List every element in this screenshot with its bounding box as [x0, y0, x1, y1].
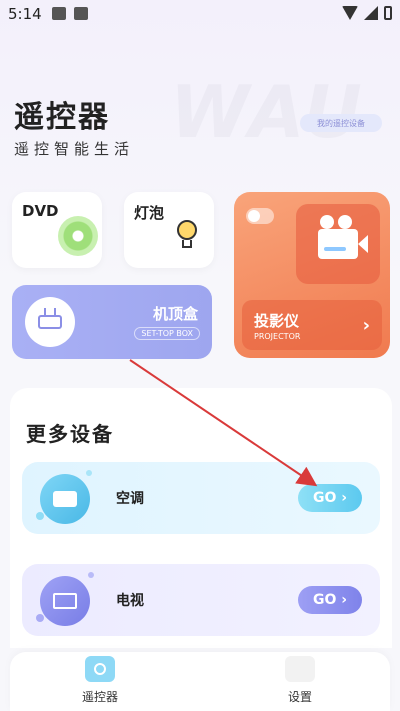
wifi-icon	[342, 6, 358, 20]
status-icons	[342, 6, 392, 20]
device-card-set-top-box[interactable]: 机顶盒 SET-TOP BOX	[12, 285, 212, 359]
go-button[interactable]: GO ›	[298, 484, 362, 512]
bulb-label: 灯泡	[134, 204, 165, 222]
power-icon	[85, 656, 115, 682]
lightbulb-icon	[174, 220, 200, 250]
dvd-label: DVD	[22, 202, 59, 220]
stb-sublabel: SET-TOP BOX	[134, 327, 200, 340]
device-row-air-conditioner[interactable]: 空调 GO ›	[22, 462, 380, 534]
tv-icon	[40, 576, 90, 626]
more-devices-panel: 更多设备 空调 GO › 电视 GO ›	[10, 388, 392, 648]
page-subtitle: 遥控智能生活	[14, 140, 135, 158]
gallery-icon	[52, 7, 66, 20]
status-bar: 5:14	[0, 0, 400, 28]
router-icon	[25, 297, 75, 347]
tab-label: 遥控器	[81, 690, 118, 704]
device-card-dvd[interactable]: DVD	[12, 192, 102, 268]
device-name: 电视	[116, 593, 144, 609]
tab-bar: 遥控器 设置	[10, 652, 390, 711]
status-time: 5:14	[8, 5, 42, 23]
header-watermark: WAU	[170, 70, 364, 154]
chevron-right-icon: ›	[362, 315, 370, 336]
projector-label-box[interactable]: 投影仪 PROJECTOR ›	[242, 300, 382, 350]
projector-icon	[296, 204, 380, 284]
air-conditioner-icon	[40, 474, 90, 524]
projector-label: 投影仪	[254, 312, 300, 330]
tab-remote[interactable]: 遥控器	[40, 656, 160, 705]
font-icon	[74, 7, 88, 20]
tab-settings[interactable]: 设置	[240, 656, 360, 705]
my-devices-button[interactable]: 我的遥控设备	[300, 114, 382, 132]
go-button[interactable]: GO ›	[298, 586, 362, 614]
battery-icon	[384, 6, 392, 20]
projector-sublabel: PROJECTOR	[254, 332, 301, 341]
page-title: 遥控器	[14, 100, 110, 135]
stb-label: 机顶盒	[152, 305, 198, 323]
device-card-projector[interactable]: 投影仪 PROJECTOR ›	[234, 192, 390, 358]
settings-icon	[285, 656, 315, 682]
device-row-tv[interactable]: 电视 GO ›	[22, 564, 380, 636]
projector-toggle[interactable]	[246, 208, 274, 224]
tab-label: 设置	[287, 690, 312, 704]
device-card-bulb[interactable]: 灯泡	[124, 192, 214, 268]
disc-icon	[58, 216, 98, 256]
device-name: 空调	[116, 491, 144, 507]
signal-icon	[364, 6, 378, 20]
section-title: 更多设备	[26, 422, 114, 446]
